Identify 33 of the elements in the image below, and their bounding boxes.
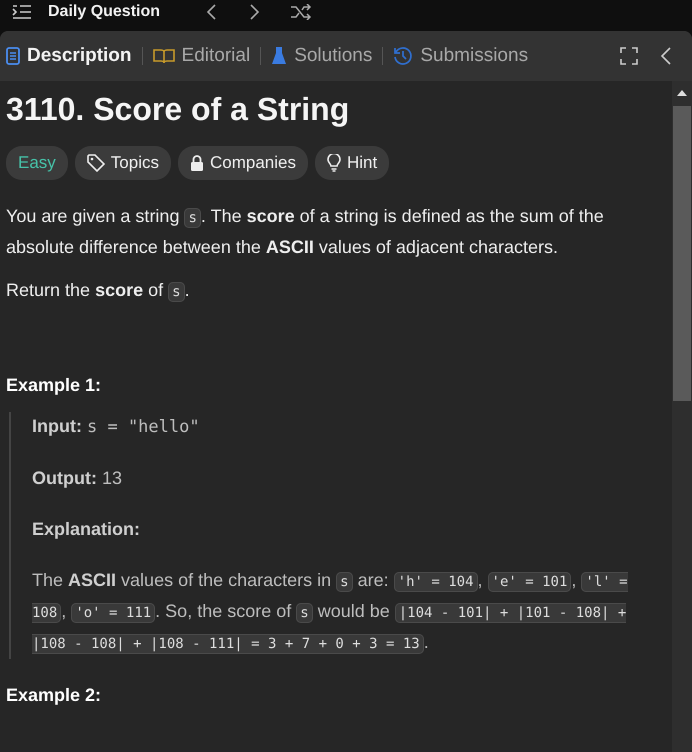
panel-tab[interactable]: Description: [4, 43, 134, 69]
lightbulb-icon: [326, 154, 341, 172]
example-heading: Example 2:: [6, 685, 102, 706]
example-line: Input: s = "hello": [32, 415, 201, 439]
book-icon: [152, 48, 175, 64]
scroll-up-icon[interactable]: [677, 90, 687, 96]
scrollbar[interactable]: [672, 81, 692, 752]
description-paragraph: Return the score of s .: [6, 279, 191, 304]
expand-icon[interactable]: [620, 47, 638, 65]
panel-tab[interactable]: Editorial: [150, 43, 252, 69]
panel-tab[interactable]: Submissions: [391, 43, 530, 69]
explanation-paragraph: The ASCII values of the characters in s are: 'h' = 104 , 'e' = 101 , 'l' = 108 , 'o' = 111 . So, the score of s would be |104 - 101| + |101 - 108| + |108 - 108| + |108 - 111| = 3 + 7 + 0 + 3 = 13 .: [32, 569, 629, 656]
history-icon: [393, 46, 414, 66]
difficulty-badge: Easy: [6, 146, 68, 180]
chevron-right-icon[interactable]: [248, 4, 260, 20]
tag-icon: [86, 154, 105, 172]
list-icon[interactable]: [12, 4, 32, 20]
tag-button[interactable]: Topics: [74, 146, 171, 180]
panel-tab[interactable]: Solutions: [269, 43, 374, 69]
tag-button[interactable]: Hint: [314, 146, 390, 180]
example-heading: Example 1:: [6, 375, 102, 396]
lock-icon: [190, 155, 204, 171]
example-line: Output: 13: [32, 467, 124, 490]
document-icon: [6, 47, 20, 65]
flask-icon: [271, 46, 288, 66]
description-paragraph: You are given a string s . The score of a string is defined as the sum of the absolute difference between the ASCII values of adjacent characters.: [6, 205, 605, 259]
example-line: Explanation:: [32, 518, 142, 541]
problem-title[interactable]: 3110. Score of a String: [6, 91, 666, 128]
shuffle-icon[interactable]: [290, 4, 312, 20]
chevron-left-icon[interactable]: [206, 4, 218, 20]
collapse-icon[interactable]: [660, 46, 672, 66]
daily-question-title[interactable]: Daily Question: [48, 2, 160, 22]
tag-button[interactable]: Companies: [178, 146, 308, 180]
